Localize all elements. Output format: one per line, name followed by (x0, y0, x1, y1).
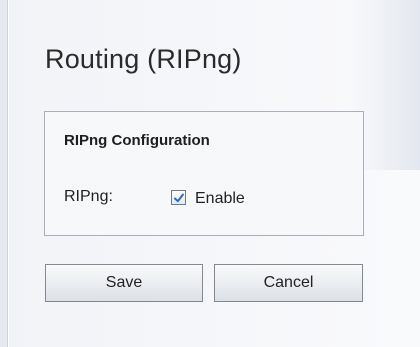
page-title: Routing (RIPng) (45, 44, 242, 74)
check-mark-icon (174, 193, 184, 203)
section-title: RIPng Configuration (64, 132, 210, 149)
content-panel: Routing (RIPng) RIPng Configuration RIPn… (9, 0, 420, 347)
ripng-field-label: RIPng: (64, 188, 113, 205)
cancel-button[interactable]: Cancel (214, 264, 363, 302)
enable-label: Enable (195, 190, 245, 207)
save-button[interactable]: Save (45, 264, 203, 302)
left-frame-border (0, 0, 8, 347)
enable-checkbox[interactable] (171, 190, 186, 205)
ripng-config-box: RIPng Configuration RIPng: Enable (44, 111, 364, 236)
